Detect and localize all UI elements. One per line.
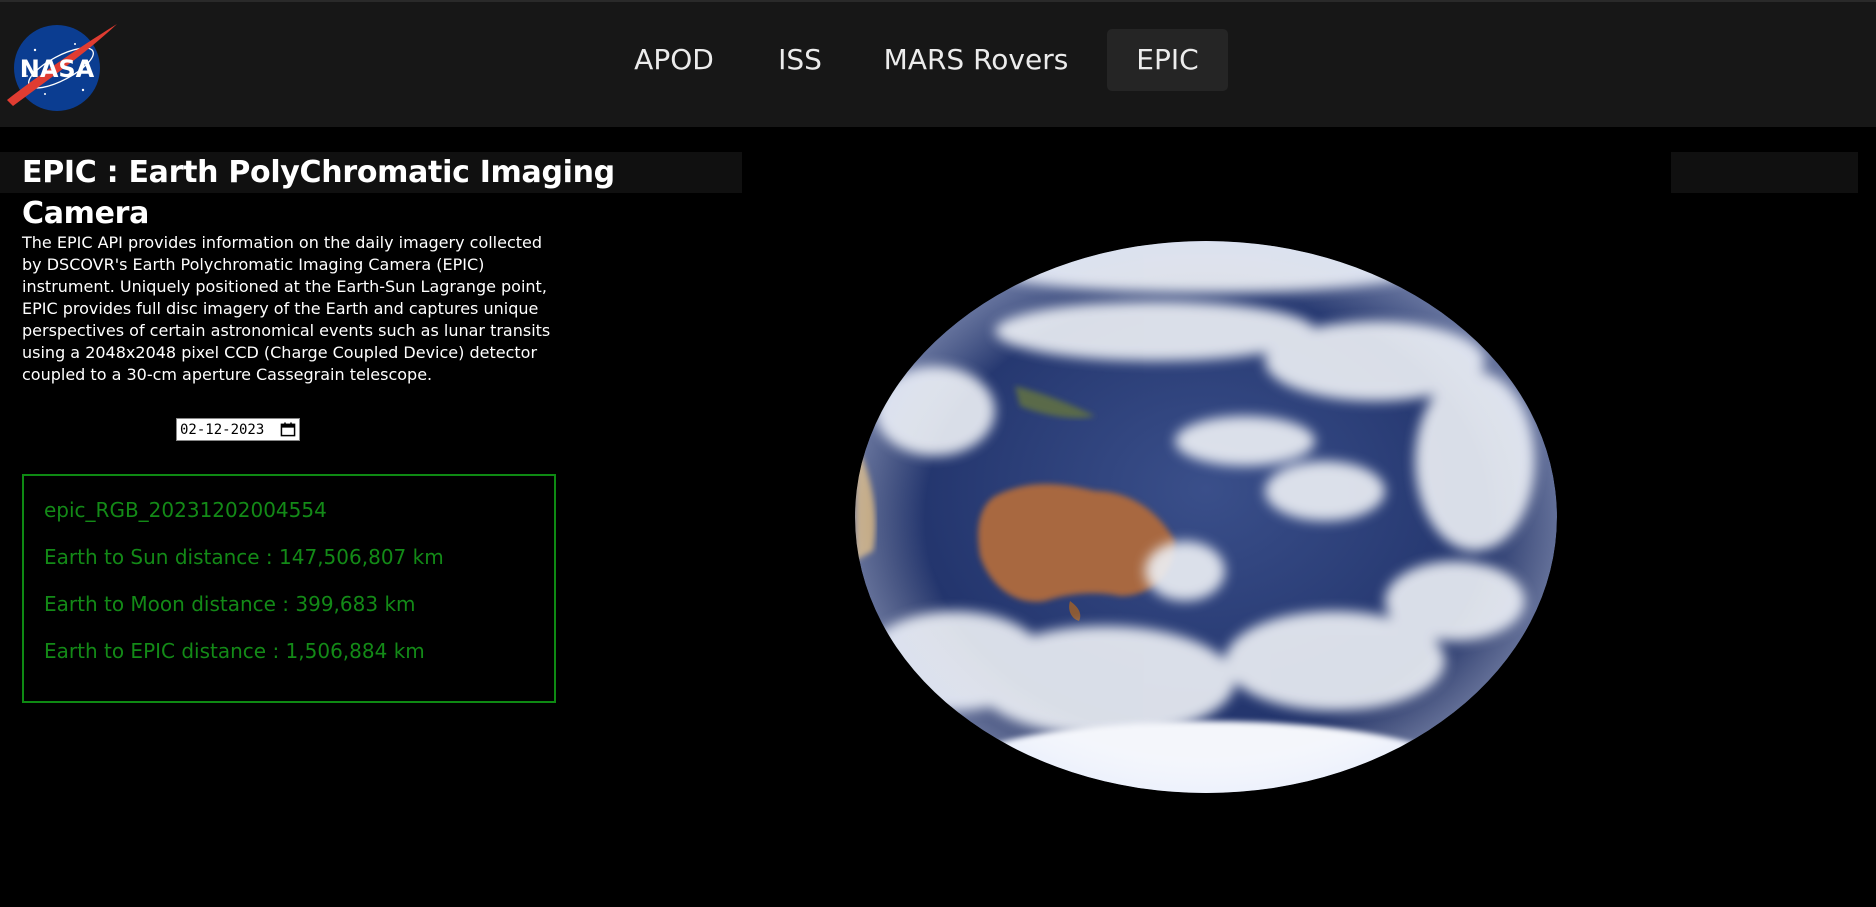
date-input[interactable]: 02-12-2023: [176, 418, 300, 441]
nav-item-apod[interactable]: APOD: [620, 29, 728, 91]
nav-item-mars-rovers[interactable]: MARS Rovers: [874, 29, 1078, 91]
sun-distance: Earth to Sun distance : 147,506,807 km: [44, 545, 444, 569]
page-title: EPIC : Earth PolyChromatic Imaging Camer…: [22, 155, 615, 231]
nav-item-iss[interactable]: ISS: [763, 29, 837, 91]
moon-distance: Earth to Moon distance : 399,683 km: [44, 592, 416, 616]
epic-info-box: epic_RGB_20231202004554 Earth to Sun dis…: [22, 474, 556, 703]
image-name: epic_RGB_20231202004554: [44, 498, 327, 522]
epic-distance: Earth to EPIC distance : 1,506,884 km: [44, 639, 425, 663]
right-header-slot: [1671, 152, 1858, 193]
calendar-icon[interactable]: [280, 422, 296, 437]
nav-item-epic[interactable]: EPIC: [1107, 29, 1228, 91]
main-nav: APOD ISS MARS Rovers EPIC: [0, 2, 1876, 127]
date-value: 02-12-2023: [180, 421, 265, 438]
earth-image: [855, 241, 1557, 793]
header-bar: NASA APOD ISS MARS Rovers EPIC: [0, 0, 1876, 127]
title-bar: EPIC : Earth PolyChromatic Imaging Camer…: [0, 152, 742, 231]
description-text: The EPIC API provides information on the…: [22, 233, 551, 384]
